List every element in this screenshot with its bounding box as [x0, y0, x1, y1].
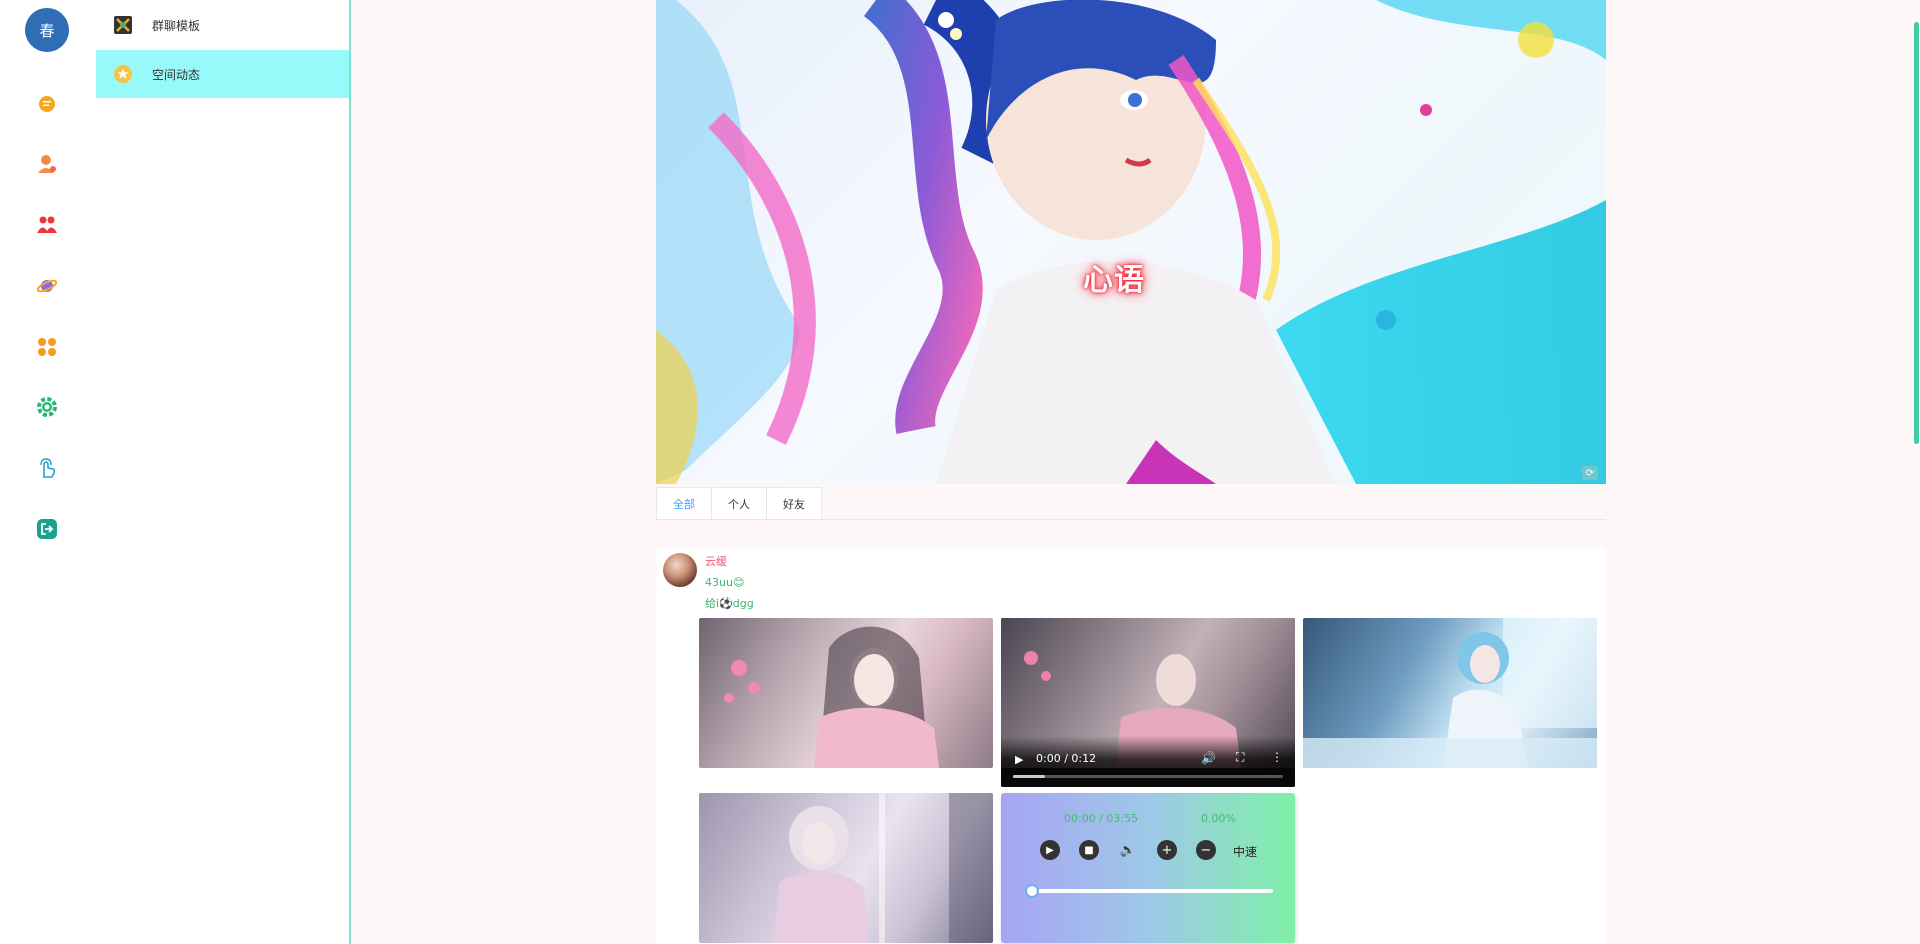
video-progress-bar[interactable]: [1013, 775, 1283, 778]
submenu: 群聊模板 空间动态: [96, 0, 351, 944]
planet-icon[interactable]: [36, 275, 58, 297]
submenu-item-group-template[interactable]: 群聊模板: [96, 1, 349, 49]
tab-personal[interactable]: 个人: [711, 487, 767, 519]
portrait-artwork: [774, 793, 993, 943]
audio-progress-knob[interactable]: [1025, 884, 1039, 898]
icon-rail: 春: [0, 0, 96, 944]
apps-icon[interactable]: [36, 336, 58, 358]
tab-all[interactable]: 全部: [656, 487, 712, 519]
banner-artwork: [656, 0, 1606, 484]
refresh-icon[interactable]: ⟳: [1582, 466, 1598, 480]
submenu-item-label: 群聊模板: [152, 18, 201, 33]
audio-time: 00:00 / 03:55: [1064, 812, 1139, 825]
banner-title: 心语: [1083, 263, 1145, 298]
minus-icon[interactable]: −: [1196, 840, 1216, 860]
audio-progress-bar[interactable]: [1031, 889, 1273, 893]
post-text-line: 给i⚽dgg: [705, 597, 754, 610]
tab-friends[interactable]: 好友: [766, 487, 822, 519]
volume-icon[interactable]: 🔉: [1118, 840, 1138, 860]
scrollbar-thumb[interactable]: [1914, 22, 1919, 444]
post-text-line: 43uu😊: [705, 576, 745, 589]
post-image[interactable]: [1303, 618, 1597, 768]
feed-tabs: 全部 个人 好友: [656, 487, 1606, 520]
portrait-artwork: [724, 626, 939, 768]
play-icon[interactable]: ▶: [1015, 753, 1023, 766]
video-controls: ▶ 0:00 / 0:12 🔊 ⛶ ⋮: [1001, 736, 1295, 787]
group-icon[interactable]: [36, 214, 58, 236]
audio-player: 00:00 / 03:55 0.00% ▶ ■ 🔉 + − 中速: [1001, 793, 1295, 943]
stop-icon[interactable]: ■: [1079, 840, 1099, 860]
play-icon[interactable]: ▶: [1040, 840, 1060, 860]
audio-progress-percent: 0.00%: [1201, 812, 1236, 825]
portrait-artwork: [1303, 618, 1597, 768]
feed-post: 云缓 43uu😊 给i⚽dgg ▶ 0:00 / 0:12 🔊 ⛶ ⋮ 00:0…: [656, 548, 1606, 944]
main-content: 心语 ⟳ 全部 个人 好友 云缓 43uu😊 给i⚽dgg ▶ 0:00 / 0…: [353, 0, 1920, 944]
plus-icon[interactable]: +: [1157, 840, 1177, 860]
speed-label[interactable]: 中速: [1233, 843, 1257, 860]
logout-icon[interactable]: [36, 518, 58, 540]
banner-image: 心语 ⟳: [656, 0, 1606, 484]
gesture-icon[interactable]: [36, 457, 58, 479]
submenu-item-space-feed[interactable]: 空间动态: [96, 50, 349, 98]
post-image[interactable]: [699, 618, 993, 768]
fullscreen-icon[interactable]: ⛶: [1236, 750, 1244, 765]
template-icon: [114, 16, 132, 34]
post-username[interactable]: 云缓: [705, 553, 727, 569]
volume-icon[interactable]: 🔊: [1201, 751, 1216, 765]
chat-icon[interactable]: [36, 93, 58, 115]
post-image[interactable]: [699, 793, 993, 943]
avatar[interactable]: [663, 553, 697, 587]
avatar[interactable]: 春: [25, 8, 69, 52]
submenu-item-label: 空间动态: [152, 67, 201, 82]
post-video-player[interactable]: ▶ 0:00 / 0:12 🔊 ⛶ ⋮: [1001, 618, 1295, 787]
scrollbar[interactable]: [1912, 0, 1920, 944]
video-time: 0:00 / 0:12: [1036, 752, 1097, 765]
settings-icon[interactable]: [36, 396, 58, 418]
star-icon: [114, 65, 132, 83]
more-options-icon[interactable]: ⋮: [1271, 750, 1283, 764]
contact-icon[interactable]: [36, 153, 58, 175]
